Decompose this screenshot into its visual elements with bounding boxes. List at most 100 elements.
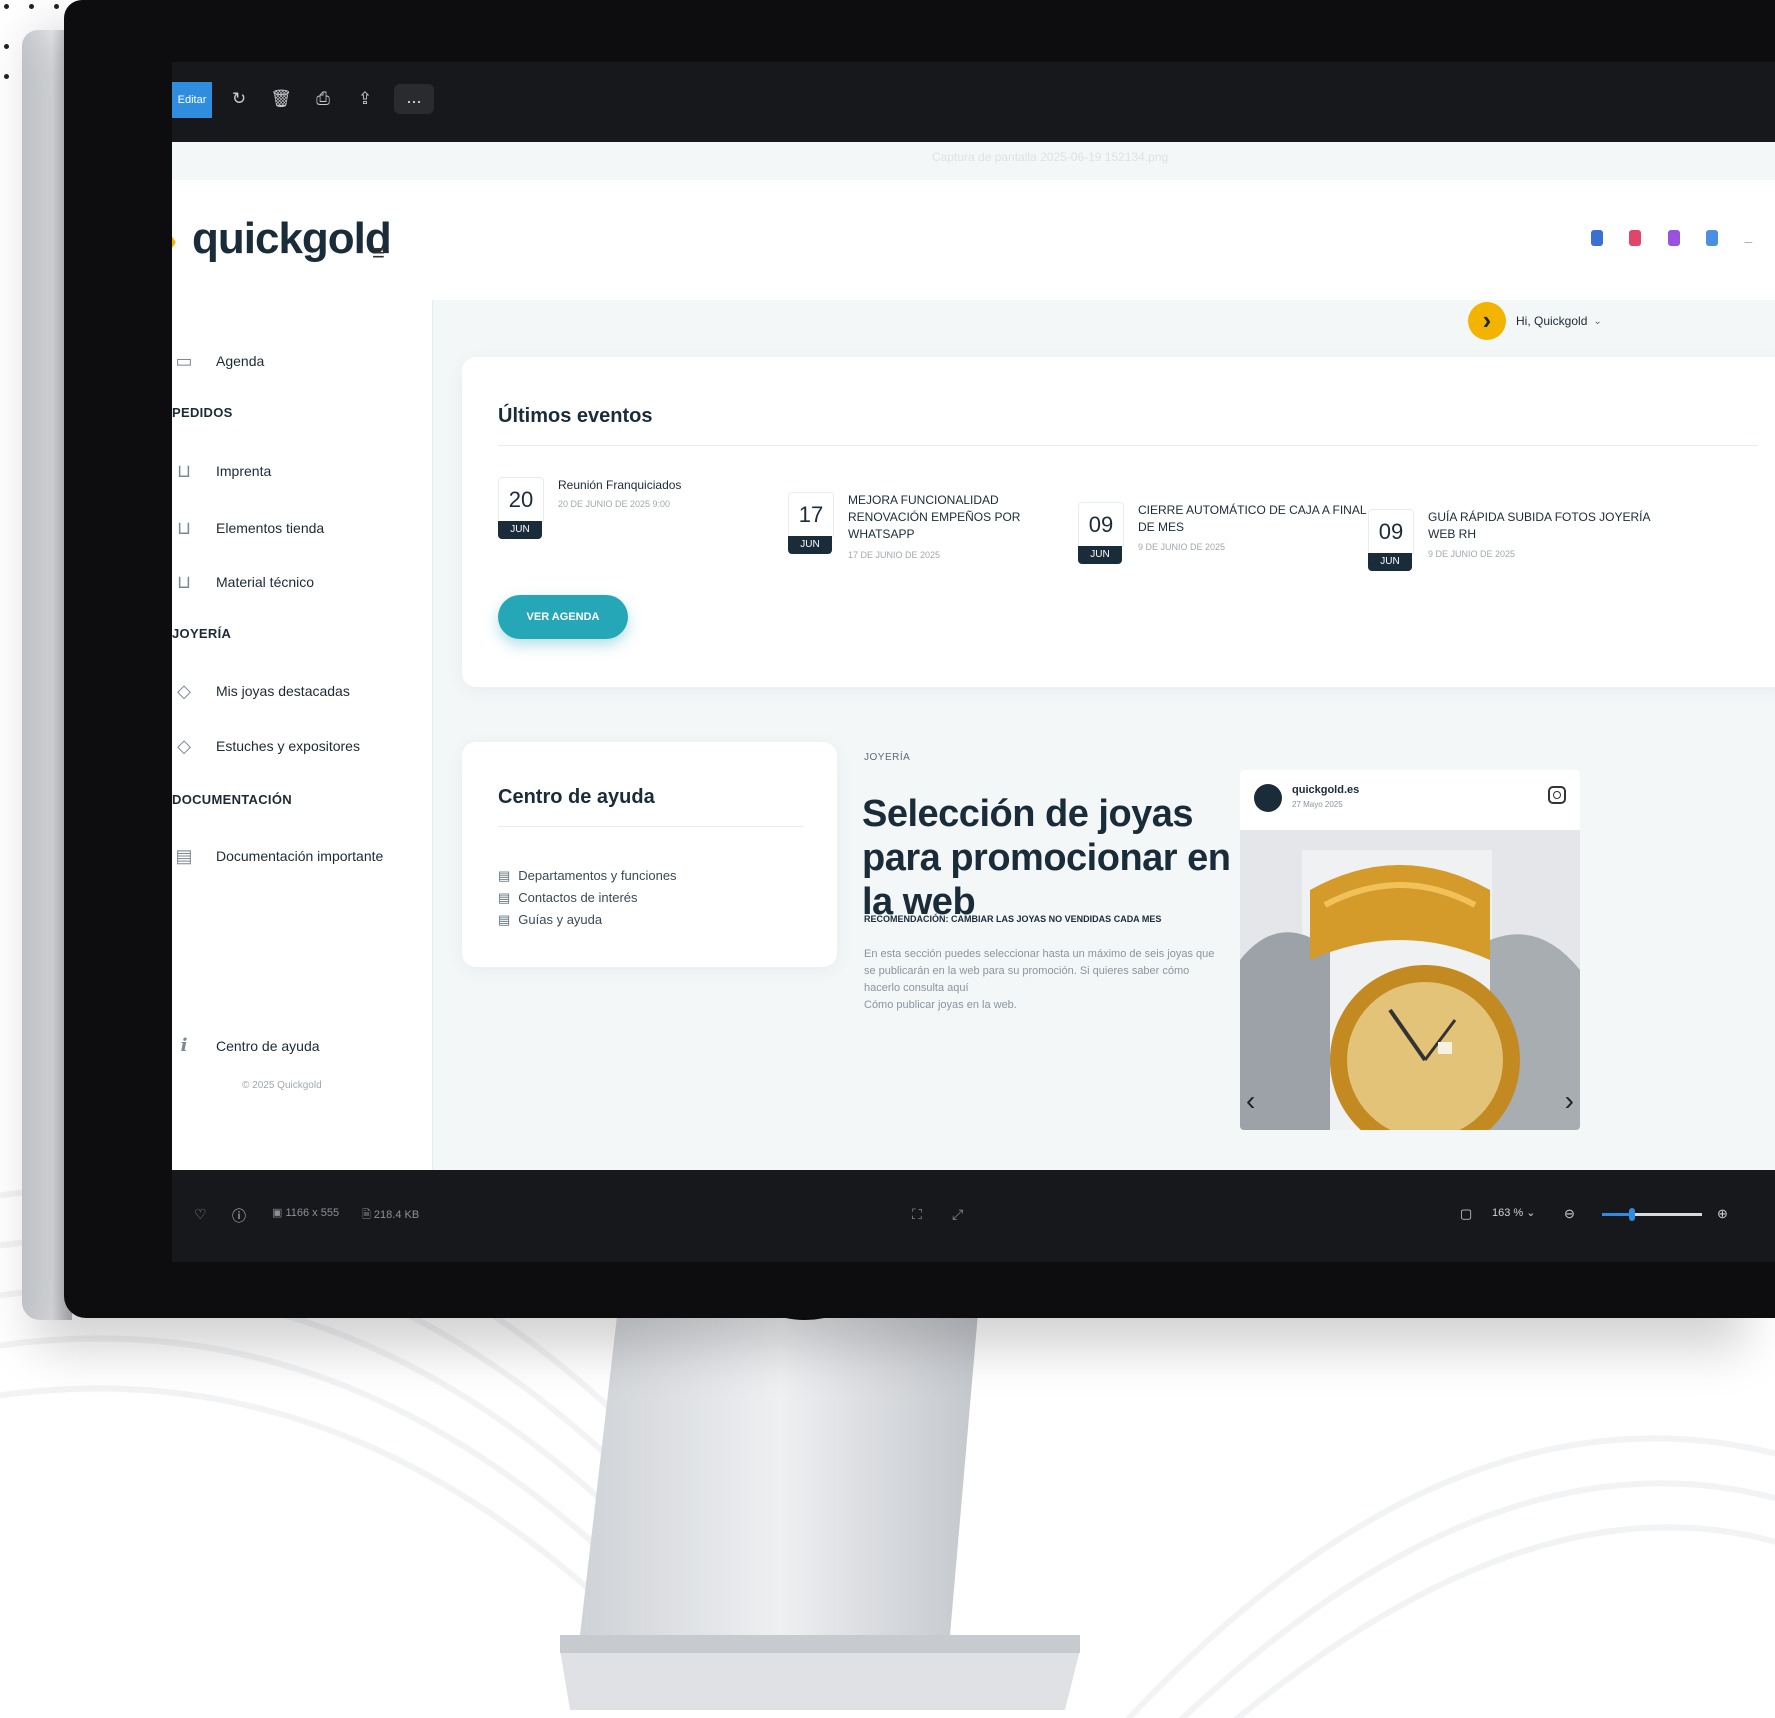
calendar-icon: ▭ <box>175 351 193 371</box>
print-icon[interactable]: ⎙ <box>312 88 334 110</box>
hamburger-icon[interactable]: ≡ <box>372 240 394 266</box>
chevron-down-icon: ⌄ <box>1593 315 1602 327</box>
cart-icon: ⊔ <box>176 518 192 538</box>
event-item[interactable]: 17 JUN MEJORA FUNCIONALIDAD RENOVACIÓN E… <box>788 492 1088 602</box>
event-date: 20 DE JUNIO DE 2025 9:00 <box>558 499 671 509</box>
sidebar-item-material-tecnico[interactable]: ⊔ Material técnico <box>172 566 432 598</box>
document-icon: ▤ <box>498 890 511 905</box>
document-icon: ▤ <box>175 846 193 866</box>
minimize-icon[interactable]: – <box>1745 233 1759 249</box>
user-greeting: Hi, Quickgold <box>1516 314 1588 328</box>
fit-icon[interactable]: ⛶ <box>912 1206 922 1223</box>
image-dimensions: ▣ 1166 x 555 <box>272 1207 340 1219</box>
favorite-icon[interactable]: ♡ <box>194 1206 207 1223</box>
copyright: © 2025 Quickgold <box>242 1080 322 1091</box>
user-menu[interactable]: › Hi, Quickgold ⌄ <box>1468 302 1602 340</box>
rotate-icon[interactable]: ↻ <box>228 88 250 110</box>
help-link[interactable]: ▤ Departamentos y funciones <box>498 868 677 884</box>
zoom-out-icon[interactable]: ⊖ <box>1564 1206 1575 1222</box>
monitor-stand <box>560 1290 1080 1710</box>
carousel-prev-icon[interactable]: ‹ <box>1246 1085 1255 1117</box>
sidebar-item-help[interactable]: i Centro de ayuda <box>172 1030 432 1062</box>
instagram-avatar <box>1254 784 1282 812</box>
zoom-in-icon[interactable]: ⊕ <box>1717 1206 1728 1222</box>
carousel-next-icon[interactable]: › <box>1565 1085 1574 1117</box>
event-title: CIERRE AUTOMÁTICO DE CAJA A FINAL DE MES <box>1138 503 1367 534</box>
file-size: 🗎 218.4 KB <box>362 1209 420 1221</box>
section-documentacion: DOCUMENTACIÓN <box>172 792 292 807</box>
sidebar-item-elementos-tienda[interactable]: ⊔ Elementos tienda <box>172 512 432 544</box>
logo[interactable]: quickgold <box>192 214 392 264</box>
event-month: JUN <box>1368 553 1412 571</box>
jewelry-title: Selección de joyas para promocionar en l… <box>862 793 1231 923</box>
sidebar-item-mis-joyas[interactable]: ◇ Mis joyas destacadas <box>172 675 432 707</box>
document-icon: ▤ <box>498 868 511 883</box>
actual-size-icon[interactable]: ▢ <box>1460 1206 1472 1222</box>
app-header: › quickgold ≡ – ▢ <box>172 180 1775 300</box>
cart-icon: ⊔ <box>176 572 192 592</box>
app-icon-3[interactable] <box>1667 230 1680 246</box>
divider <box>498 826 803 827</box>
zoom-slider-thumb[interactable] <box>1629 1208 1635 1221</box>
delete-icon[interactable]: 🗑 <box>270 88 292 110</box>
event-month: JUN <box>1078 546 1122 564</box>
fullscreen-icon[interactable]: ⤢ <box>952 1206 963 1223</box>
more-button[interactable]: ... <box>394 84 434 114</box>
info-icon[interactable]: ⓘ <box>232 1206 246 1226</box>
instagram-icon[interactable] <box>1548 786 1566 804</box>
diamond-icon: ◇ <box>177 681 191 701</box>
sidebar-item-documentacion[interactable]: ▤ Documentación importante <box>172 840 432 872</box>
document-icon: ▤ <box>498 912 511 927</box>
window-controls: – ▢ <box>1569 230 1775 251</box>
help-link[interactable]: ▤ Guías y ayuda <box>498 912 602 928</box>
event-title: GUÍA RÁPIDA SUBIDA FOTOS JOYERÍA WEB RH <box>1428 510 1650 541</box>
event-day: 20 <box>498 477 544 522</box>
sidebar-item-estuches[interactable]: ◇ Estuches y expositores <box>172 730 432 762</box>
screen: Editar ↻ 🗑 ⎙ ⇪ ... Captura de pantalla 2… <box>172 62 1775 1262</box>
instagram-account[interactable]: quickgold.es <box>1292 784 1359 796</box>
avatar[interactable]: › <box>1468 302 1506 340</box>
zoom-slider[interactable] <box>1602 1208 1702 1221</box>
event-item[interactable]: 20 JUN Reunión Franquiciados 20 DE JUNIO… <box>498 477 798 587</box>
event-date: 9 DE JUNIO DE 2025 <box>1428 549 1516 559</box>
diamond-icon: ◇ <box>177 736 191 756</box>
file-title: Captura de pantalla 2025-06-19 152134.pn… <box>932 150 1169 164</box>
edit-button[interactable]: Editar <box>172 82 212 118</box>
section-pedidos: PEDIDOS <box>172 405 233 420</box>
event-title: Reunión Franquiciados <box>558 478 682 492</box>
watch-photo <box>1240 830 1580 1130</box>
info-icon: i <box>180 1035 188 1056</box>
jewelry-kicker: JOYERÍA <box>864 752 911 763</box>
help-center-card: Centro de ayuda ▤ Departamentos y funcion… <box>462 742 837 967</box>
app-icon-4[interactable] <box>1706 230 1719 246</box>
app-icon-2[interactable] <box>1629 230 1642 246</box>
event-month: JUN <box>788 536 832 554</box>
event-date: 17 DE JUNIO DE 2025 <box>848 550 941 560</box>
event-day: 09 <box>1078 502 1124 547</box>
viewer-statusbar: ♡ ⓘ ▣ 1166 x 555 🗎 218.4 KB ⛶ ⤢ ▢ 163 % … <box>172 1170 1775 1262</box>
sidebar-item-agenda[interactable]: ▭ Agenda <box>172 345 432 377</box>
help-center-title: Centro de ayuda <box>498 786 655 808</box>
share-icon[interactable]: ⇪ <box>354 88 376 110</box>
jewelry-description: En esta sección puedes seleccionar hasta… <box>864 948 1215 994</box>
app-icon-1[interactable] <box>1590 230 1603 246</box>
zoom-select[interactable]: 163 % ⌄ <box>1492 1206 1535 1219</box>
event-title: MEJORA FUNCIONALIDAD RENOVACIÓN EMPEÑOS … <box>848 493 1021 541</box>
instagram-header: quickgold.es 27 Mayo 2025 <box>1240 770 1580 830</box>
event-day: 09 <box>1368 509 1414 554</box>
event-item[interactable]: 09 JUN CIERRE AUTOMÁTICO DE CAJA A FINAL… <box>1078 502 1378 612</box>
event-day: 17 <box>788 492 834 537</box>
sidebar-item-imprenta[interactable]: ⊔ Imprenta <box>172 455 432 487</box>
jewelry-body: En esta sección puedes seleccionar hasta… <box>864 946 1224 1014</box>
zoom-slider-fill <box>1602 1213 1632 1216</box>
monitor: Editar ↻ 🗑 ⎙ ⇪ ... Captura de pantalla 2… <box>64 0 1775 1318</box>
event-month: JUN <box>498 521 542 539</box>
instagram-post[interactable]: quickgold.es 27 Mayo 2025 ‹ › <box>1240 770 1580 1130</box>
event-item[interactable]: 09 JUN GUÍA RÁPIDA SUBIDA FOTOS JOYERÍA … <box>1368 509 1668 619</box>
cart-icon: ⊔ <box>176 461 192 481</box>
jewelry-link[interactable]: Cómo publicar joyas en la web. <box>864 999 1017 1011</box>
sidebar: ▭ Agenda PEDIDOS ⊔ Imprenta ⊔ Elementos … <box>172 300 433 1170</box>
ver-agenda-button[interactable]: VER AGENDA <box>498 595 628 639</box>
help-link[interactable]: ▤ Contactos de interés <box>498 890 638 906</box>
events-title: Últimos eventos <box>498 405 653 427</box>
